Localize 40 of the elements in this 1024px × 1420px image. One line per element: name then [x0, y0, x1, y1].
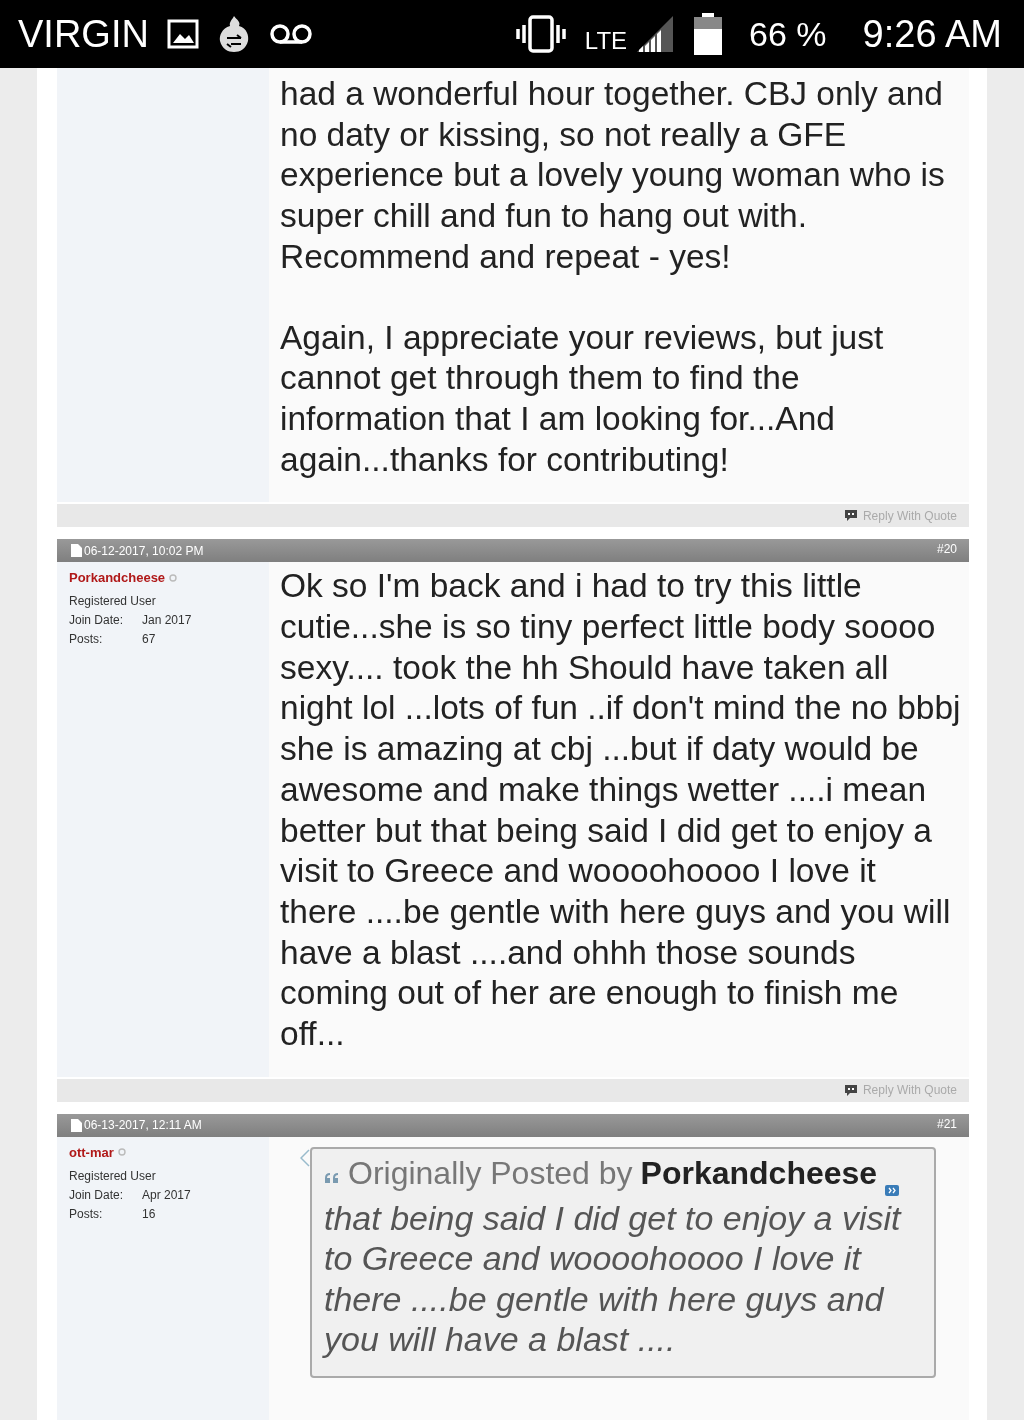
image-icon: [166, 19, 199, 49]
reply-with-quote-link[interactable]: Reply With Quote: [843, 1083, 957, 1098]
speech-bubble-icon: [843, 1083, 858, 1097]
signal-icon: [635, 14, 676, 54]
battery-percent: 66 %: [749, 14, 827, 54]
post-count: 67: [142, 632, 156, 647]
vibrate-icon: [514, 15, 567, 53]
username-link[interactable]: ott-mar: [69, 1144, 114, 1160]
bubble-pointer-icon: [300, 1148, 310, 1167]
view-post-icon[interactable]: [885, 1184, 900, 1196]
join-date-label: Join Date:: [69, 1187, 125, 1202]
clock: 9:26 AM: [862, 12, 1002, 56]
post-text: Again, I appreciate your reviews, but just cannot get through them to find the information that I am looking for...And again...thanks for contributing!: [280, 317, 885, 480]
posts-label: Posts:: [69, 632, 104, 647]
document-icon: [71, 1118, 82, 1132]
user-title: Registered User: [69, 594, 157, 609]
user-title: Registered User: [69, 1168, 157, 1183]
post-text: had a wonderful hour together. CBJ only and no daty or kissing, so not really a GFE experience but a lovely young woman who is super chill and fun to hang out with. Recommend and repeat - yes!: [280, 74, 946, 277]
post-number[interactable]: #21: [936, 1116, 957, 1131]
post-number[interactable]: #20: [936, 542, 957, 557]
quote-text: that being said I did get to enjoy a visit to Greece and woooohoooo I love it there ....be gentle with here guys and you will have a blast ....: [324, 1197, 903, 1360]
post-date: 06-12-2017, 10:02 PM: [84, 543, 204, 558]
reply-with-quote-link[interactable]: Reply With Quote: [843, 508, 957, 523]
voicemail-icon: [268, 23, 313, 45]
join-date: Jan 2017: [142, 613, 192, 628]
speech-bubble-icon: [843, 509, 858, 523]
join-date-label: Join Date:: [69, 613, 125, 628]
username-link[interactable]: Porkandcheese: [69, 570, 166, 586]
quote-marks-icon: [324, 1172, 340, 1185]
quote-author: Porkandcheese: [640, 1154, 878, 1192]
join-date: Apr 2017: [142, 1187, 191, 1202]
posts-label: Posts:: [69, 1206, 104, 1221]
post-count: 16: [142, 1206, 156, 1221]
document-icon: [71, 544, 82, 558]
quote-attribution: Originally Posted by: [348, 1154, 633, 1192]
battery-icon: [693, 13, 724, 55]
post-date: 06-13-2017, 12:11 AM: [84, 1118, 202, 1133]
network-label: LTE: [584, 27, 628, 55]
carrier-name: VIRGIN: [18, 12, 149, 56]
post-text: Ok so I'm back and i had to try this little cutie...she is so tiny perfect little body soooo sexy.... took the hh Should have taken all night lol ...lots of fun ..if don't mind the no bbbj she is amazing at cbj ...but if daty would be awesome and make things wetter ....i mean better but that being said I did get to enjoy a visit to Greece and woooohoooo I love it there ....be gentle with here guys and you will have a blast ....and ohhh those sounds coming out of her are enough to finish me off...: [280, 566, 961, 1055]
